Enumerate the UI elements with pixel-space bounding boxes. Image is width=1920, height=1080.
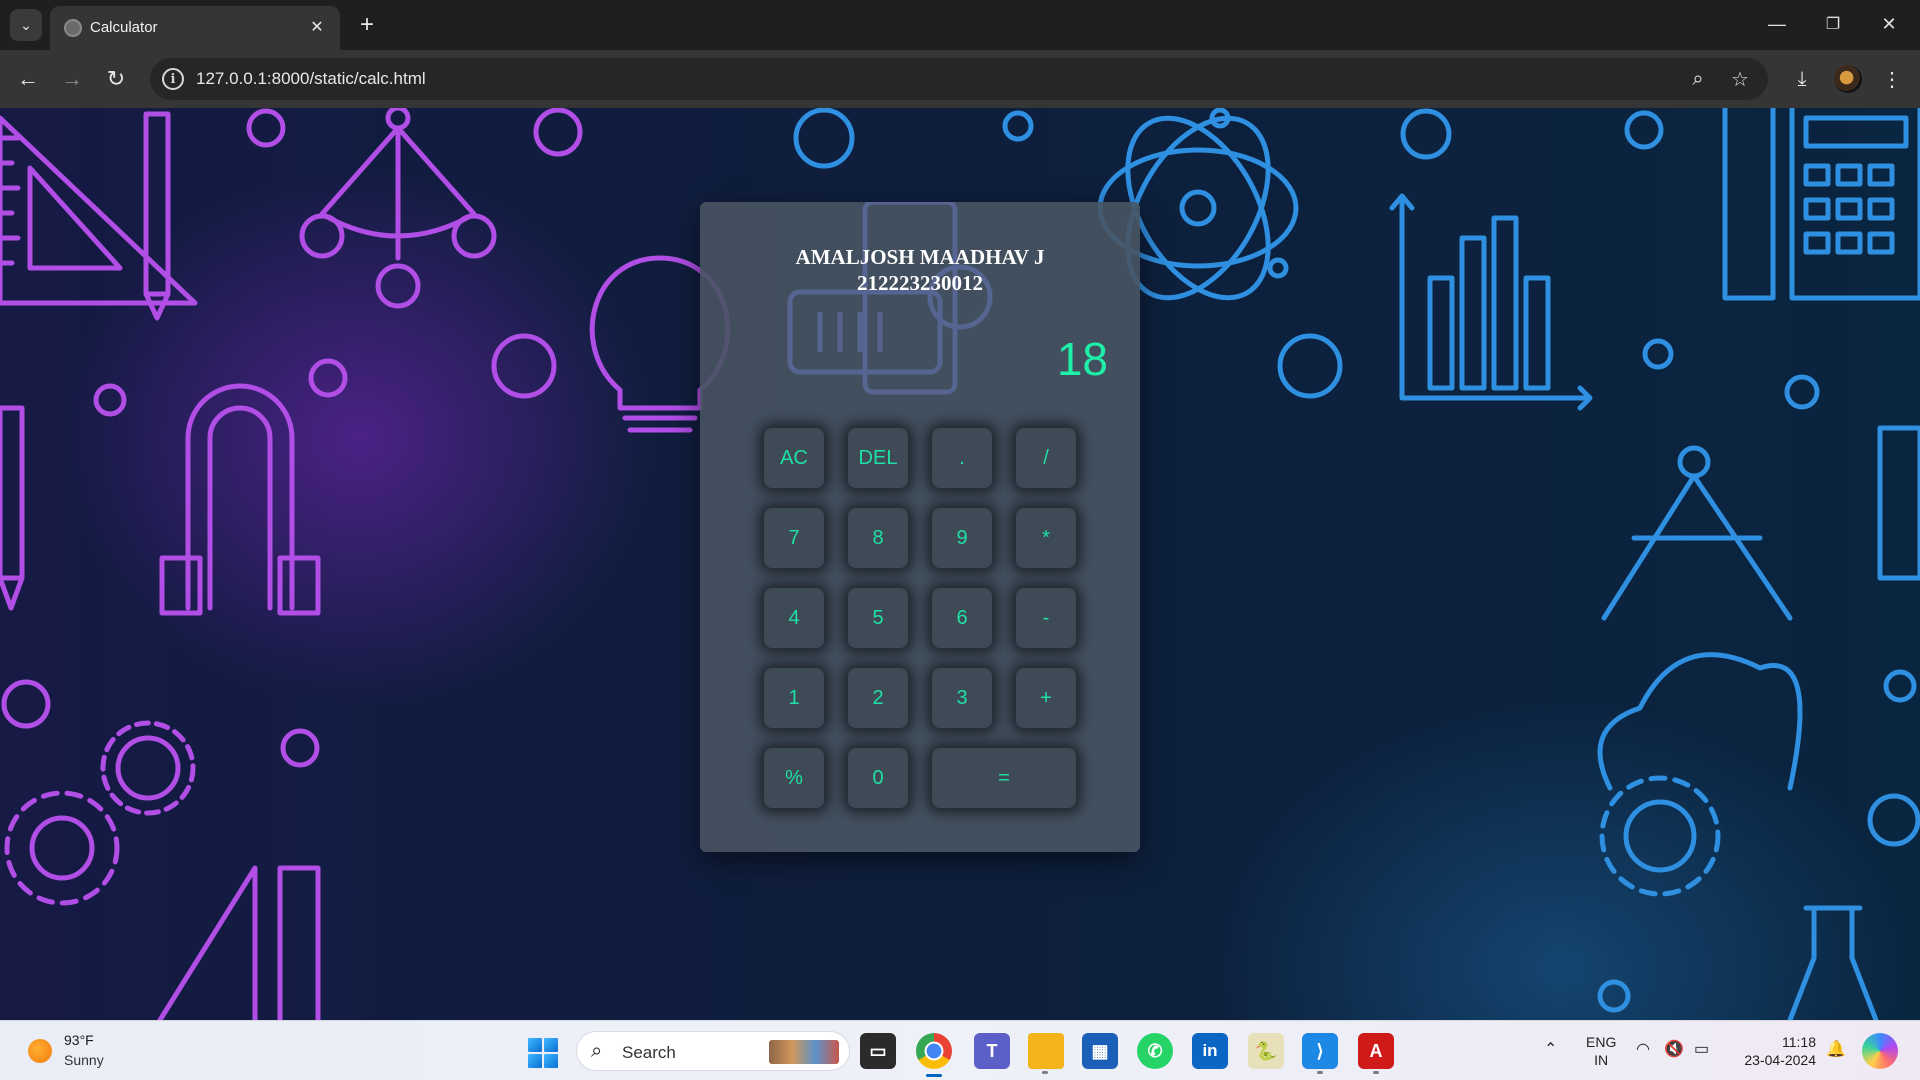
- search-icon: ⌕: [591, 1040, 603, 1062]
- taskbar-search[interactable]: ⌕ Search: [576, 1031, 850, 1071]
- volume-muted-icon[interactable]: 🔇: [1664, 1039, 1684, 1059]
- start-button[interactable]: [528, 1038, 558, 1068]
- key-equals[interactable]: =: [932, 748, 1076, 808]
- key-percent[interactable]: %: [764, 748, 824, 808]
- new-tab-button[interactable]: +: [352, 10, 382, 40]
- reload-button[interactable]: ↻: [100, 63, 132, 95]
- file-explorer-icon[interactable]: [1028, 1033, 1064, 1069]
- key-6[interactable]: 6: [932, 588, 992, 648]
- running-indicator: [1373, 1071, 1379, 1074]
- browser-toolbar: ← → ↻ i 127.0.0.1:8000/static/calc.html …: [0, 50, 1920, 108]
- chevron-up-icon[interactable]: ⌃: [1544, 1039, 1557, 1059]
- address-bar[interactable]: i 127.0.0.1:8000/static/calc.html ⌕ ☆: [150, 58, 1768, 100]
- close-window-button[interactable]: ✕: [1864, 0, 1914, 48]
- weather-temperature[interactable]: 93°F: [64, 1032, 94, 1048]
- notification-bell-icon[interactable]: 🔔: [1826, 1039, 1846, 1059]
- running-indicator: [1317, 1071, 1323, 1074]
- profile-avatar[interactable]: [1834, 65, 1862, 93]
- region-code: IN: [1594, 1052, 1609, 1068]
- chrome-icon[interactable]: [916, 1033, 952, 1077]
- key-add[interactable]: +: [1016, 668, 1076, 728]
- calculator-display: 18: [1056, 333, 1108, 385]
- key-7[interactable]: 7: [764, 508, 824, 568]
- battery-icon[interactable]: ▭: [1694, 1039, 1709, 1059]
- linkedin-icon[interactable]: in: [1192, 1033, 1228, 1069]
- close-tab-icon[interactable]: ✕: [304, 14, 330, 40]
- key-8[interactable]: 8: [848, 508, 908, 568]
- key-subtract[interactable]: -: [1016, 588, 1076, 648]
- acrobat-icon[interactable]: A: [1358, 1033, 1394, 1069]
- favicon-icon: [64, 19, 82, 37]
- whatsapp-icon[interactable]: ✆: [1137, 1033, 1173, 1069]
- clock-time: 11:18: [1782, 1034, 1816, 1050]
- key-multiply[interactable]: *: [1016, 508, 1076, 568]
- tab-title: Calculator: [90, 19, 158, 36]
- key-9[interactable]: 9: [932, 508, 992, 568]
- calculator: AMALJOSH MAADHAV J 212223230012 18 AC DE…: [700, 202, 1140, 852]
- calculator-watermark-decoration: [787, 202, 993, 395]
- student-name: AMALJOSH MAADHAV J: [795, 245, 1045, 269]
- restore-button[interactable]: ❐: [1808, 0, 1858, 48]
- language-indicator[interactable]: ENG IN: [1586, 1033, 1616, 1069]
- microsoft-store-icon[interactable]: ▦: [1082, 1033, 1118, 1069]
- wifi-icon[interactable]: ◠: [1636, 1039, 1650, 1059]
- calculator-heading: AMALJOSH MAADHAV J 212223230012: [700, 244, 1140, 296]
- clock-date: 23-04-2024: [1744, 1052, 1816, 1068]
- key-3[interactable]: 3: [932, 668, 992, 728]
- browser-tab-bar: ⌄ Calculator ✕ + — ❐ ✕: [0, 0, 1920, 50]
- key-4[interactable]: 4: [764, 588, 824, 648]
- site-info-icon[interactable]: i: [162, 68, 184, 90]
- tab-search-button[interactable]: ⌄: [10, 9, 42, 41]
- menu-icon[interactable]: ⋮: [1876, 63, 1908, 95]
- download-icon[interactable]: ⤓: [1786, 63, 1818, 95]
- running-indicator: [1042, 1071, 1048, 1074]
- key-divide[interactable]: /: [1016, 428, 1076, 488]
- minimize-button[interactable]: —: [1752, 0, 1802, 48]
- key-0[interactable]: 0: [848, 748, 908, 808]
- key-1[interactable]: 1: [764, 668, 824, 728]
- forward-button[interactable]: →: [56, 63, 88, 95]
- key-5[interactable]: 5: [848, 588, 908, 648]
- key-ac[interactable]: AC: [764, 428, 824, 488]
- clock[interactable]: 11:18 23-04-2024: [1736, 1033, 1816, 1069]
- student-reg-no: 212223230012: [857, 271, 983, 295]
- sun-icon[interactable]: [28, 1039, 52, 1063]
- browser-tab[interactable]: Calculator ✕: [50, 6, 340, 50]
- copilot-icon[interactable]: [1862, 1033, 1898, 1069]
- key-2[interactable]: 2: [848, 668, 908, 728]
- back-button[interactable]: ←: [12, 63, 44, 95]
- url-text[interactable]: 127.0.0.1:8000/static/calc.html: [196, 69, 426, 89]
- zoom-icon[interactable]: ⌕: [1686, 67, 1710, 91]
- search-placeholder: Search: [622, 1043, 676, 1062]
- language-code: ENG: [1586, 1034, 1617, 1050]
- page-background: AMALJOSH MAADHAV J 212223230012 18 AC DE…: [0, 108, 1920, 1020]
- key-del[interactable]: DEL: [848, 428, 908, 488]
- vscode-icon[interactable]: ⟩: [1302, 1033, 1338, 1069]
- python-icon[interactable]: 🐍: [1248, 1033, 1284, 1069]
- key-decimal[interactable]: .: [932, 428, 992, 488]
- search-highlight-image: [769, 1040, 839, 1064]
- windows-taskbar: 93°F Sunny ⌕ Search ▭ T ▦ ✆ in 🐍 ⟩ A ⌃ E…: [0, 1020, 1920, 1080]
- task-view-icon[interactable]: ▭: [860, 1033, 896, 1069]
- bookmark-star-icon[interactable]: ☆: [1728, 67, 1752, 91]
- teams-icon[interactable]: T: [974, 1033, 1010, 1069]
- weather-description[interactable]: Sunny: [64, 1052, 104, 1068]
